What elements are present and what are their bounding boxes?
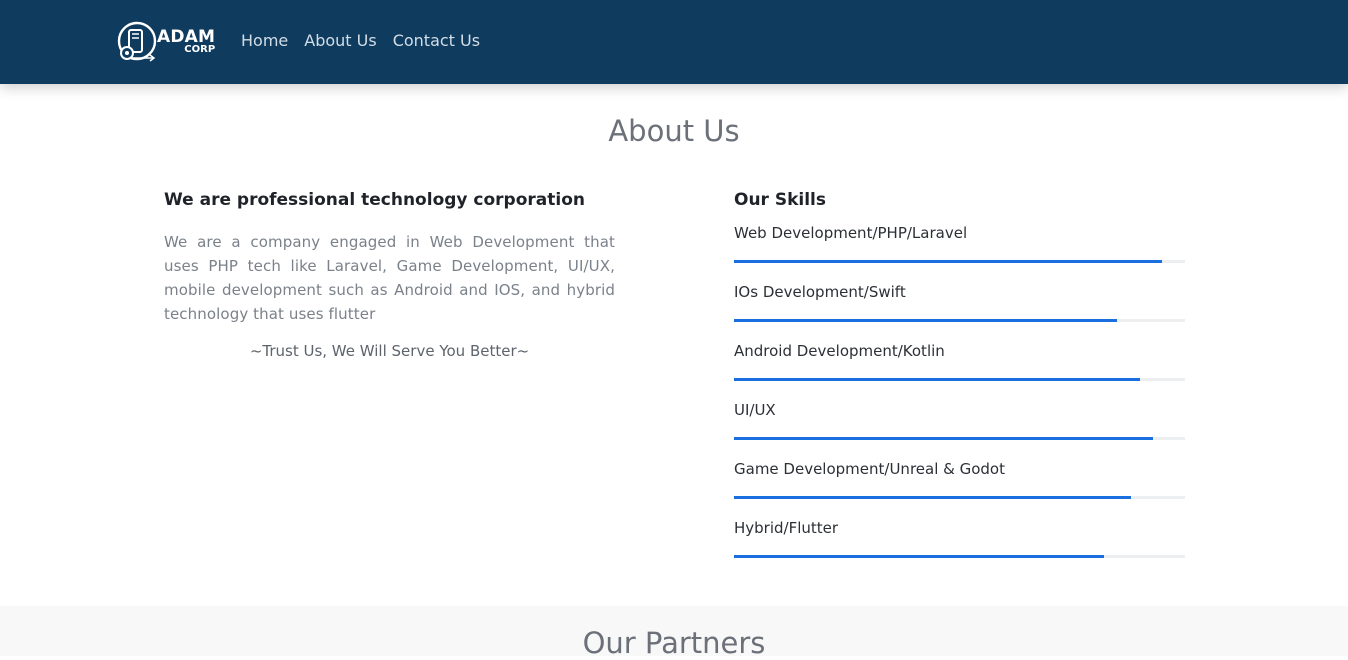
- brand-logo[interactable]: ADAM CORP: [116, 20, 222, 64]
- nav-link-about-us[interactable]: About Us: [304, 31, 376, 50]
- nav-link-contact-us[interactable]: Contact Us: [393, 31, 480, 50]
- skill-item: Hybrid/Flutter: [734, 478, 1185, 558]
- skill-label: Hybrid/Flutter: [734, 519, 839, 537]
- about-title: About Us: [608, 114, 740, 148]
- about-paragraph: We are a company engaged in Web Developm…: [164, 233, 615, 323]
- about-intro: We are professional technology corporati…: [164, 190, 615, 360]
- partners-section: Our Partners: [0, 606, 1348, 660]
- nav-links: Home About Us Contact Us: [241, 31, 480, 50]
- skills-section: Our Skills Web Development/PHP/Laravel IO…: [734, 190, 1185, 558]
- nav-link-home[interactable]: Home: [241, 31, 288, 50]
- skill-label: Android Development/Kotlin: [734, 342, 945, 360]
- skill-label: Game Development/Unreal & Godot: [734, 460, 1005, 478]
- skill-label: Web Development/PHP/Laravel: [734, 224, 968, 242]
- skill-progress-track: [734, 555, 1185, 558]
- skill-item: Web Development/PHP/Laravel: [734, 183, 1185, 263]
- about-tagline: ~Trust Us, We Will Serve You Better~: [249, 342, 530, 360]
- skill-item: Game Development/Unreal & Godot: [734, 419, 1185, 499]
- gear-phone-logo-icon: [117, 21, 157, 62]
- partners-title: Our Partners: [582, 626, 766, 660]
- skill-item: UI/UX: [734, 360, 1185, 440]
- skill-progress-bar: [734, 555, 1104, 558]
- skill-label: IOs Development/Swift: [734, 283, 906, 301]
- brand-text: ADAM CORP: [157, 29, 215, 55]
- skill-item: IOs Development/Swift: [734, 242, 1185, 322]
- skills-list: Web Development/PHP/Laravel IOs Developme…: [734, 183, 1185, 558]
- skill-label: UI/UX: [734, 401, 776, 419]
- navbar: ADAM CORP Home About Us Contact Us: [0, 0, 1348, 84]
- about-heading: We are professional technology corporati…: [164, 190, 585, 210]
- skill-item: Android Development/Kotlin: [734, 301, 1185, 381]
